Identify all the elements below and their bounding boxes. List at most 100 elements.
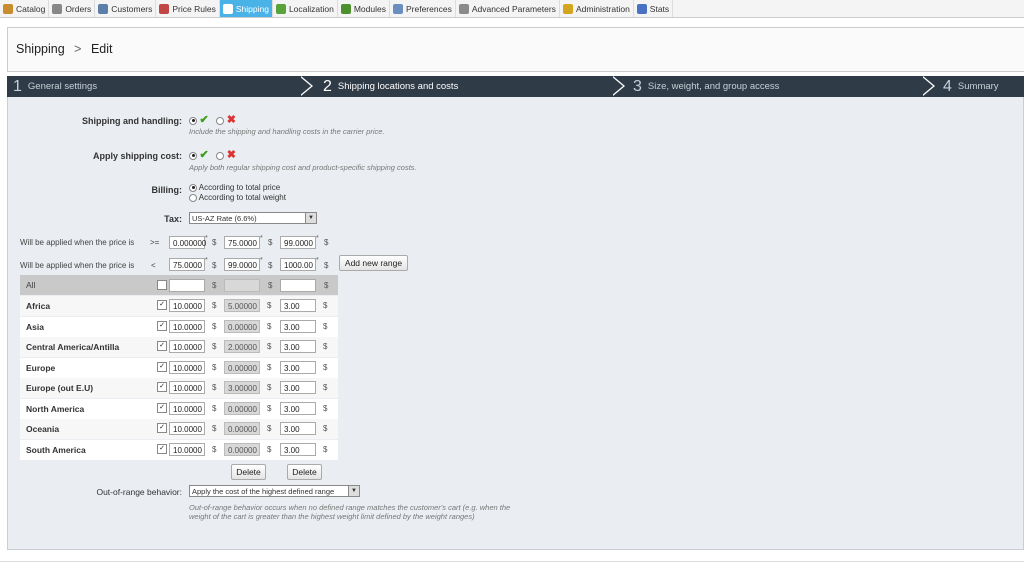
tab-advanced-parameters[interactable]: Advanced Parameters xyxy=(456,0,560,17)
zone-name: South America xyxy=(26,444,86,455)
step-shipping-locations[interactable]: 2 Shipping locations and costs xyxy=(323,76,458,97)
zone-price-input[interactable]: 3.00 xyxy=(280,422,316,435)
zone-name: Africa xyxy=(26,301,51,311)
billing-weight-radio[interactable] xyxy=(189,193,197,202)
zone-price-input[interactable]: 0.00000 xyxy=(224,422,260,435)
billing-price-radio[interactable] xyxy=(189,183,197,192)
apply-cost-yes-radio[interactable] xyxy=(189,151,197,160)
breadcrumb-section[interactable]: Shipping xyxy=(16,42,65,56)
tab-price-rules[interactable]: Price Rules xyxy=(156,0,220,17)
zone-price-input[interactable]: 10.0000 xyxy=(169,401,205,415)
zone-price-input[interactable]: 3.00 xyxy=(280,360,316,374)
zone-price-input[interactable]: 10.0000 xyxy=(169,340,205,353)
delete-range-button[interactable]: Delete xyxy=(231,464,266,480)
apply-cost-no-radio[interactable] xyxy=(216,151,225,160)
range-to-input[interactable]: 1000.00 xyxy=(280,258,316,271)
tab-label: Catalog xyxy=(16,3,46,14)
zone-price-input[interactable]: 0.00000 xyxy=(224,319,260,333)
stats-icon xyxy=(636,3,647,14)
add-new-range-button[interactable]: Add new range xyxy=(339,255,408,271)
chevron-down-icon: ▼ xyxy=(305,213,316,223)
tab-label: Customers xyxy=(111,3,153,14)
all-zones-input[interactable] xyxy=(280,279,316,292)
page-header: Shipping > Edit xyxy=(7,27,1024,72)
zone-row: Europe ✓ 10.0000 $0.00000 $3.00 $ xyxy=(20,357,338,378)
zone-name: Europe xyxy=(26,362,56,373)
step-number: 4 xyxy=(943,77,952,95)
zone-price-input[interactable]: 10.0000 xyxy=(169,319,205,333)
zone-row: Central America/Antilla ✓ 10.0000 $2.00000 $… xyxy=(20,337,338,357)
zone-checkbox[interactable]: ✓ xyxy=(157,320,167,331)
tab-modules[interactable]: Modules xyxy=(338,0,390,17)
delete-range-button[interactable]: Delete xyxy=(287,464,322,480)
footer-divider xyxy=(0,561,1024,562)
zone-price-input[interactable]: 2.00000 xyxy=(224,340,260,353)
tab-customers[interactable]: Customers xyxy=(95,0,157,17)
zone-price-input[interactable]: 3.00 xyxy=(280,401,316,415)
tab-administration[interactable]: Administration xyxy=(560,0,634,17)
zone-price-input[interactable]: 3.00 xyxy=(280,381,316,394)
zone-price-input[interactable]: 10.0000 xyxy=(169,360,205,374)
zone-price-input[interactable]: 0.00000 xyxy=(224,401,260,415)
tab-label: Localization xyxy=(288,3,334,14)
tab-catalog[interactable]: Catalog xyxy=(0,0,50,17)
zone-checkbox[interactable]: ✓ xyxy=(157,423,167,433)
tab-stats[interactable]: Stats xyxy=(634,0,674,17)
zone-price-input[interactable]: 3.00 xyxy=(280,299,316,312)
zone-checkbox[interactable]: ✓ xyxy=(157,382,167,392)
zone-checkbox[interactable]: ✓ xyxy=(157,443,167,454)
zone-checkbox[interactable]: ✓ xyxy=(157,300,167,310)
all-zones-checkbox[interactable] xyxy=(157,280,167,290)
required-marker: * xyxy=(260,235,263,242)
tab-label: Stats xyxy=(649,3,670,14)
all-zones-input[interactable] xyxy=(169,279,205,292)
range-to-input[interactable]: 99.0000 xyxy=(224,258,260,271)
tab-preferences[interactable]: Preferences xyxy=(390,0,456,17)
tax-select-value: US-AZ Rate (6.6%) xyxy=(192,214,257,223)
zone-checkbox[interactable]: ✓ xyxy=(157,341,167,351)
tab-localization[interactable]: Localization xyxy=(273,0,338,17)
shipping-handling-no-radio[interactable] xyxy=(216,116,225,125)
step-separator xyxy=(611,76,623,96)
range-from-input[interactable]: 75.0000 xyxy=(224,236,260,249)
zone-price-input[interactable]: 3.00000 xyxy=(224,381,260,394)
zone-price-input[interactable]: 10.0000 xyxy=(169,422,205,435)
tab-label: Advanced Parameters xyxy=(471,3,556,14)
step-summary[interactable]: 4 Summary xyxy=(943,76,999,97)
zone-price-input[interactable]: 3.00 xyxy=(280,340,316,353)
zone-price-input[interactable]: 10.0000 xyxy=(169,442,205,456)
required-marker: * xyxy=(316,235,319,242)
zone-price-input[interactable]: 0.00000 xyxy=(224,442,260,456)
zone-price-input[interactable]: 0.00000 xyxy=(224,360,260,374)
zone-price-input[interactable]: 3.00 xyxy=(280,442,316,456)
check-icon: ✔ xyxy=(199,149,209,161)
range-from-input[interactable]: 99.0000 xyxy=(280,236,316,249)
tab-shipping[interactable]: Shipping xyxy=(219,0,273,17)
currency-symbol: $ xyxy=(212,281,217,290)
range-to-operator: < xyxy=(151,261,156,270)
orders-icon xyxy=(52,3,63,14)
currency-symbol: $ xyxy=(323,362,328,372)
currency-symbol: $ xyxy=(267,424,272,433)
zone-price-input[interactable]: 10.0000 xyxy=(169,381,205,394)
step-size-weight[interactable]: 3 Size, weight, and group access xyxy=(633,76,779,97)
zone-price-input[interactable]: 3.00 xyxy=(280,319,316,333)
billing-weight-label: According to total weight xyxy=(198,193,286,202)
shipping-handling-yes-radio[interactable] xyxy=(189,116,197,125)
currency-symbol: $ xyxy=(212,424,217,433)
zone-checkbox[interactable]: ✓ xyxy=(157,361,167,372)
zone-checkbox[interactable]: ✓ xyxy=(157,402,167,413)
all-zones-input[interactable] xyxy=(224,279,260,292)
range-from-input[interactable]: 0.000000 xyxy=(169,236,206,249)
out-of-range-label: Out-of-range behavior: xyxy=(96,487,182,497)
zone-price-input[interactable]: 10.0000 xyxy=(169,299,205,312)
tax-select[interactable]: US-AZ Rate (6.6%) ▼ xyxy=(189,212,317,224)
step-general-settings[interactable]: 1 General settings xyxy=(13,76,97,97)
range-to-input[interactable]: 75.0000 xyxy=(169,258,205,271)
zone-row: North America ✓ 10.0000 $0.00000 $3.00 $ xyxy=(20,398,338,419)
step-number: 2 xyxy=(323,77,332,95)
zone-row: Oceania ✓ 10.0000 $0.00000 $3.00 $ xyxy=(20,419,338,439)
tab-orders[interactable]: Orders xyxy=(49,0,96,17)
out-of-range-select[interactable]: Apply the cost of the highest defined ra… xyxy=(189,485,360,497)
zone-price-input[interactable]: 5.00000 xyxy=(224,299,260,312)
